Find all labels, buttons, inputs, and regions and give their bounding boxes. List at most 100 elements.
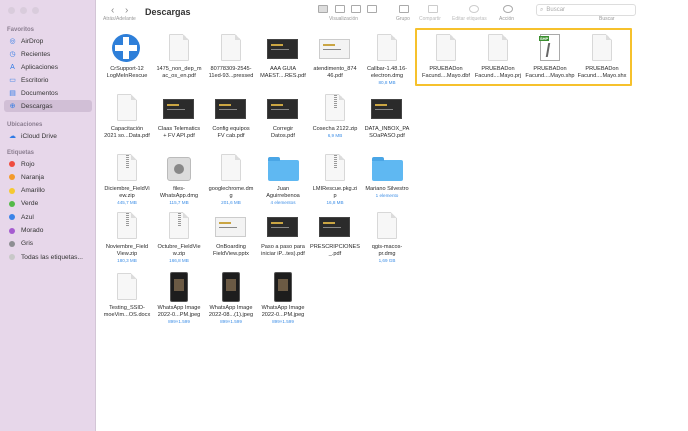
document-thumbnail-icon — [371, 99, 402, 119]
file-item[interactable]: WhatsApp Image 2022-0...PM.jpeg 899×1.599 — [255, 270, 311, 332]
file-item[interactable]: Callbar-1.48.16- electron.dmg 80,8 MB — [359, 31, 415, 93]
document-icon: ▤ — [9, 89, 16, 97]
favorites-header: Favoritos — [7, 27, 35, 33]
tag-color-dot — [9, 161, 15, 167]
file-item[interactable]: Mariano Silvestro 1 elemento — [359, 151, 415, 213]
cloud-icon: ☁ — [9, 132, 16, 140]
search-icon: ⌕ — [540, 6, 544, 13]
file-item[interactable]: CrSupport-12 LogMeInRescue — [99, 31, 155, 93]
gallery-view-button[interactable] — [367, 5, 377, 13]
document-thumbnail-icon — [319, 217, 350, 237]
sidebar-tag-7[interactable]: Todas las etiquetas... — [4, 251, 92, 263]
image-thumbnail-icon — [274, 272, 292, 302]
file-name-line1: Mariano Silvestro — [365, 186, 409, 192]
file-item[interactable]: LMIRescue.pkg.zi p 16,8 MB — [307, 151, 363, 213]
document-icon — [221, 34, 241, 61]
sidebar-item-icloud[interactable]: ☁ iCloud Drive — [4, 130, 92, 142]
sidebar: Favoritos Ubicaciones Etiquetas ◎ AirDrop… — [0, 0, 96, 431]
file-item[interactable]: qgis-macos-pr.dmg 1,69 GB — [359, 209, 415, 271]
document-thumbnail-icon — [215, 99, 246, 119]
sidebar-item-escritorio[interactable]: ▭ Escritorio — [4, 74, 92, 86]
sidebar-item-label: Aplicaciones — [21, 63, 59, 71]
column-view-button[interactable] — [351, 5, 361, 13]
zip-file-icon — [117, 154, 137, 181]
file-item[interactable]: Octubre_FieldVie w.zip 166,8 MB — [151, 209, 207, 271]
pdf-file-icon — [117, 94, 137, 121]
group-button[interactable] — [399, 5, 409, 13]
desktop-icon: ▭ — [9, 76, 16, 84]
file-item[interactable]: AAA GUIA MAEST....RES.pdf — [255, 31, 311, 93]
list-view-button[interactable] — [335, 5, 345, 13]
sidebar-item-descargas[interactable]: ⊕ Descargas — [4, 100, 92, 112]
search-placeholder: Buscar — [546, 7, 566, 13]
toolbar: ‹ › Atrás/Adelante Descargas Visualizaci… — [97, 0, 688, 27]
file-item[interactable]: 80778309-2545- 11ed-93...pressed — [203, 31, 259, 93]
icon-view-button[interactable] — [318, 5, 328, 13]
tag-color-dot — [9, 174, 15, 181]
apps-icon: A — [10, 63, 15, 71]
file-item[interactable]: Capacitación 2021 so...Data.pdf — [99, 91, 155, 153]
sidebar-tag-4[interactable]: Azul — [4, 211, 92, 223]
sidebar-item-airdrop[interactable]: ◎ AirDrop — [4, 35, 92, 47]
sidebar-tag-3[interactable]: Verde — [4, 198, 92, 210]
sidebar-tag-label: Gris — [21, 240, 34, 248]
window-title: Descargas — [145, 7, 191, 17]
tag-icon[interactable] — [469, 5, 479, 13]
sidebar-item-documentos[interactable]: ▤ Documentos — [4, 87, 92, 99]
tag-color-dot — [9, 214, 15, 221]
document-thumbnail-icon — [267, 217, 298, 237]
file-item[interactable]: Config equipos FV cab.pdf — [203, 91, 259, 153]
sidebar-item-label: iCloud Drive — [21, 132, 57, 140]
sidebar-tag-0[interactable]: Rojo — [4, 158, 92, 170]
zip-file-icon — [169, 212, 189, 239]
zip-file-icon — [117, 212, 137, 239]
action-icon[interactable] — [503, 5, 513, 13]
file-item[interactable]: Cosecha 2122.zip 6,9 MB — [307, 91, 363, 153]
image-thumbnail-icon — [170, 272, 188, 302]
file-item[interactable]: OnBoarding FieldView.pptx — [203, 209, 259, 271]
file-item[interactable]: Corregir Datos.pdf — [255, 91, 311, 153]
file-grid: CrSupport-12 LogMeInRescue 1475_non_dep_m a… — [97, 27, 688, 431]
sidebar-tag-label: Morado — [21, 227, 44, 234]
selection-highlight — [415, 28, 632, 86]
file-name-line1: DATA_INBOX_PA — [364, 126, 410, 132]
minimize-window-button[interactable] — [20, 7, 27, 14]
sidebar-tag-label: Amarillo — [21, 187, 45, 195]
zoom-window-button[interactable] — [32, 7, 39, 14]
file-item[interactable]: Paso a paso para iniciar iP...tes).pdf — [255, 209, 311, 271]
document-icon — [377, 212, 397, 239]
forward-button[interactable]: › — [125, 5, 128, 16]
file-name-line2: 2022-0...PM.jpeg — [261, 312, 305, 318]
pdf-file-icon — [169, 34, 189, 61]
file-size-label: 80,8 MB — [378, 80, 396, 85]
share-icon[interactable] — [428, 5, 438, 13]
file-item[interactable]: 1475_non_dep_m ac_os_en.pdf — [151, 31, 207, 93]
nav-caption: Atrás/Adelante — [103, 16, 136, 22]
file-size-label: 1,69 GB — [378, 258, 396, 263]
sidebar-item-aplicaciones[interactable]: A Aplicaciones — [4, 61, 92, 73]
tag-color-dot — [9, 200, 15, 207]
lifebuoy-icon — [112, 34, 140, 62]
file-name-line1: qgis-macos- — [371, 244, 403, 250]
document-thumbnail-icon — [163, 99, 194, 119]
file-item[interactable]: Claas Telematics + FV API.pdf — [151, 91, 207, 153]
image-thumbnail-icon — [222, 272, 240, 302]
locations-header: Ubicaciones — [7, 122, 43, 128]
search-caption: Buscar — [599, 16, 615, 22]
group-caption: Grupo — [396, 16, 410, 22]
zip-file-icon — [325, 94, 345, 121]
sidebar-item-recientes[interactable]: ◷ Recientes — [4, 48, 92, 60]
close-window-button[interactable] — [8, 7, 15, 14]
file-item[interactable]: DATA_INBOX_PA SOaPASO.pdf — [359, 91, 415, 153]
sidebar-tag-5[interactable]: Morado — [4, 225, 92, 237]
back-button[interactable]: ‹ — [111, 5, 114, 16]
file-size-label: 1 elemento — [375, 193, 399, 198]
sidebar-item-label: Documentos — [21, 89, 59, 97]
sidebar-tag-label: Azul — [21, 213, 34, 221]
sidebar-tag-2[interactable]: Amarillo — [4, 185, 92, 197]
tag-color-dot — [9, 240, 15, 247]
search-input[interactable]: ⌕ Buscar — [536, 4, 636, 16]
sidebar-tag-1[interactable]: Naranja — [4, 171, 92, 183]
sidebar-tag-6[interactable]: Gris — [4, 238, 92, 250]
file-size-label: 16,8 MB — [326, 200, 344, 205]
